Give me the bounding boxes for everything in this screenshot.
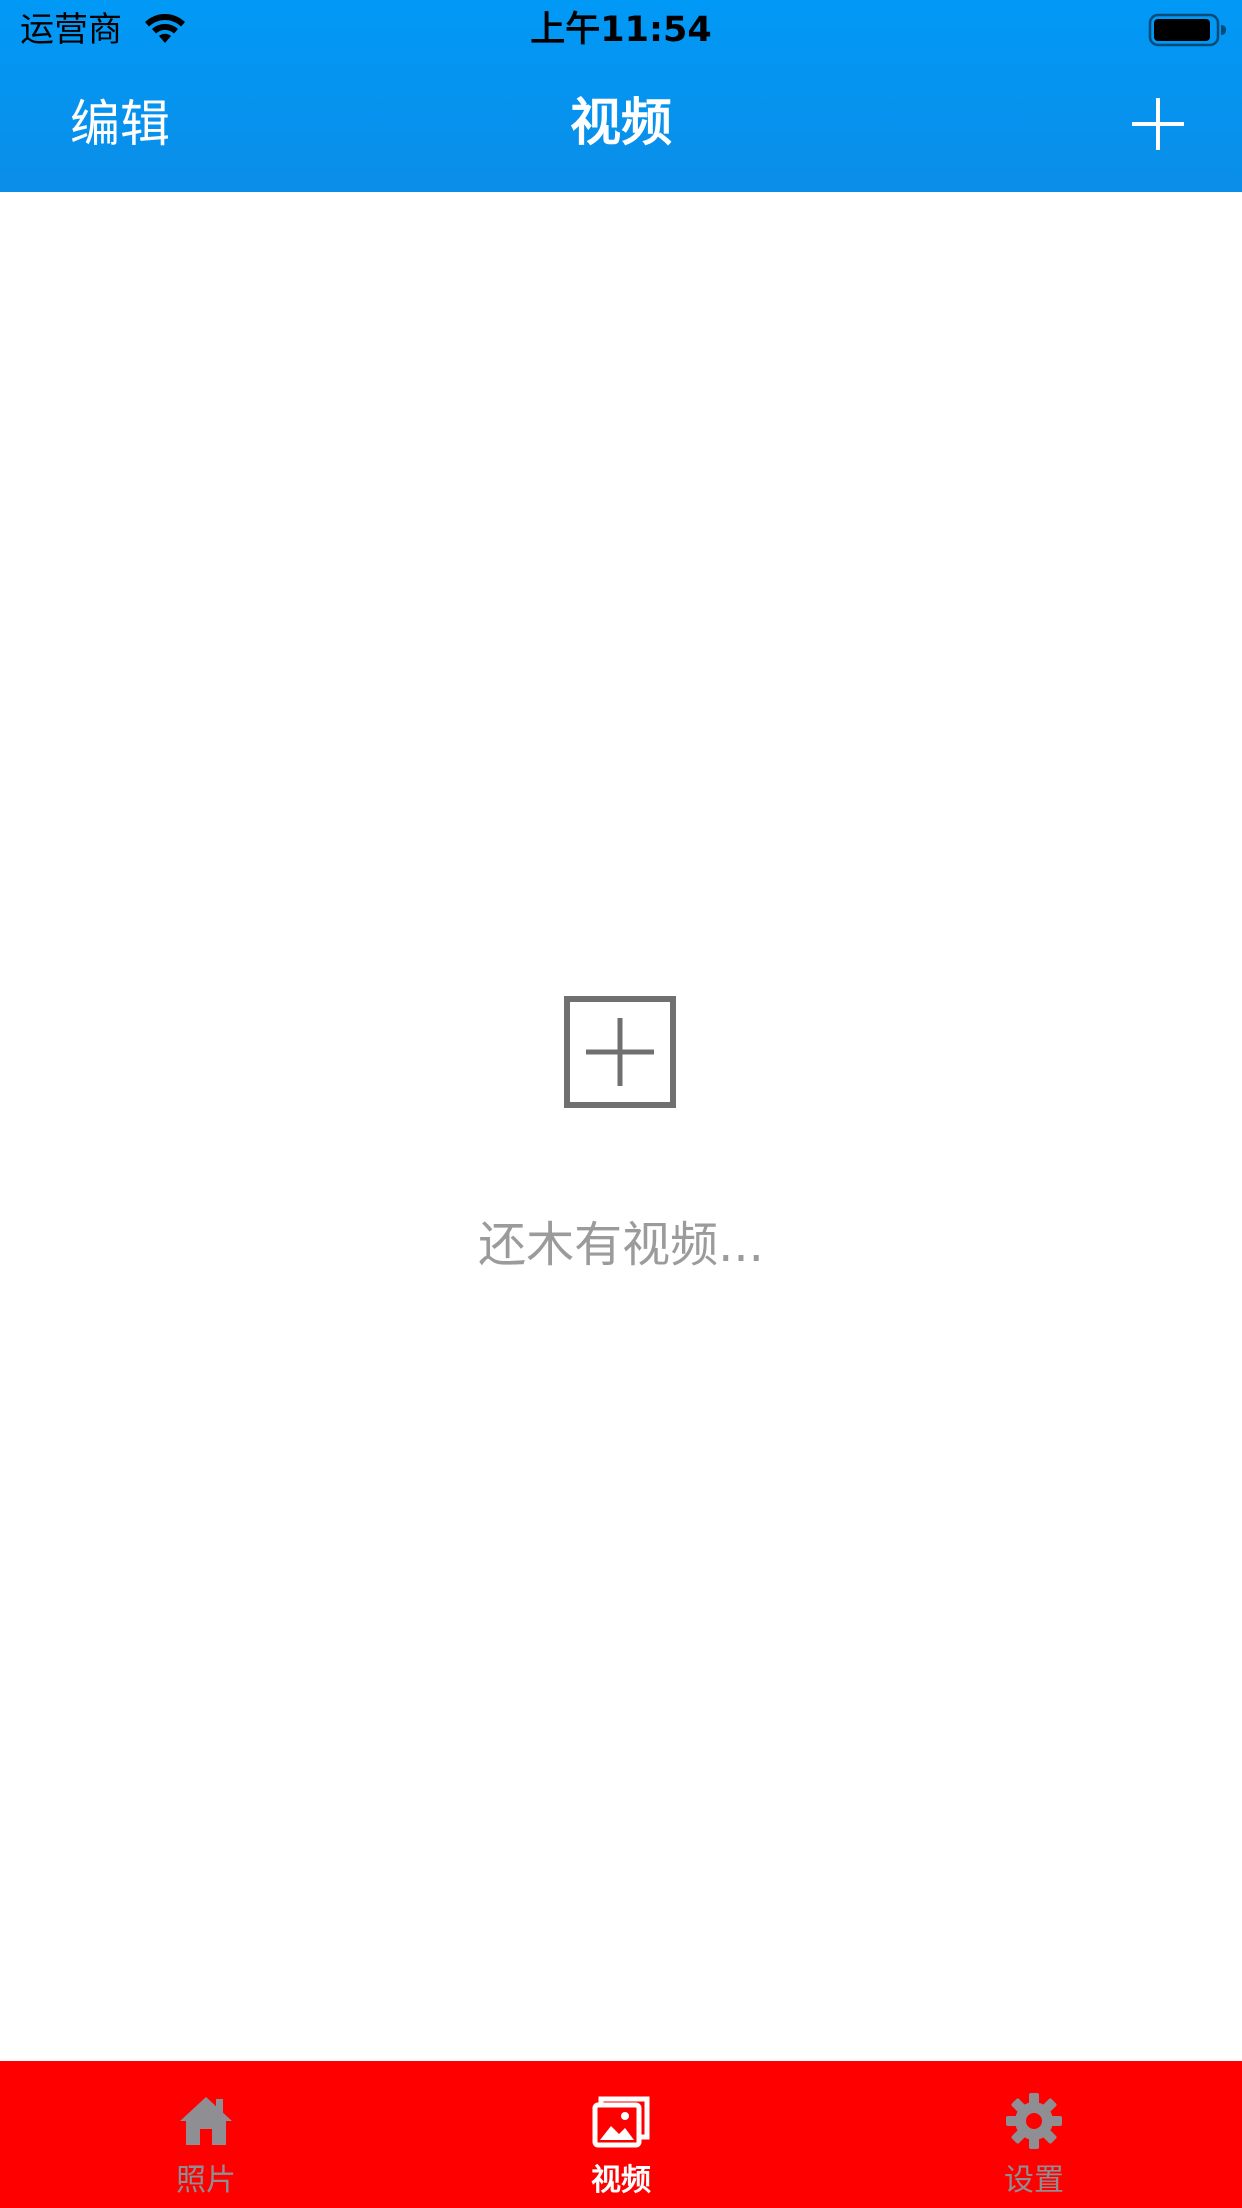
tab-label: 设置: [1004, 2163, 1064, 2198]
tab-label: 照片: [176, 2163, 236, 2198]
top-bar: 运营商 上午11:54 编辑 视频: [0, 0, 1242, 192]
empty-state-message: 还木有视频...: [478, 1217, 764, 1273]
tab-photos[interactable]: 照片: [56, 2061, 356, 2208]
status-bar: 运营商 上午11:54: [0, 0, 1242, 60]
image-icon: [592, 2096, 650, 2148]
tab-bar: 照片 视频 设置: [0, 2061, 1242, 2208]
tab-settings[interactable]: 设置: [884, 2061, 1184, 2208]
add-box-icon[interactable]: [564, 996, 676, 1108]
navigation-bar: 编辑 视频: [0, 60, 1242, 192]
tab-videos[interactable]: 视频: [471, 2061, 771, 2208]
gear-icon: [1006, 2093, 1062, 2149]
battery-icon: [1148, 13, 1226, 47]
plus-icon[interactable]: [1130, 96, 1186, 152]
home-icon: [180, 2097, 232, 2145]
tab-label: 视频: [591, 2163, 651, 2198]
page-title: 视频: [569, 94, 672, 153]
status-time: 上午11:54: [530, 10, 712, 50]
